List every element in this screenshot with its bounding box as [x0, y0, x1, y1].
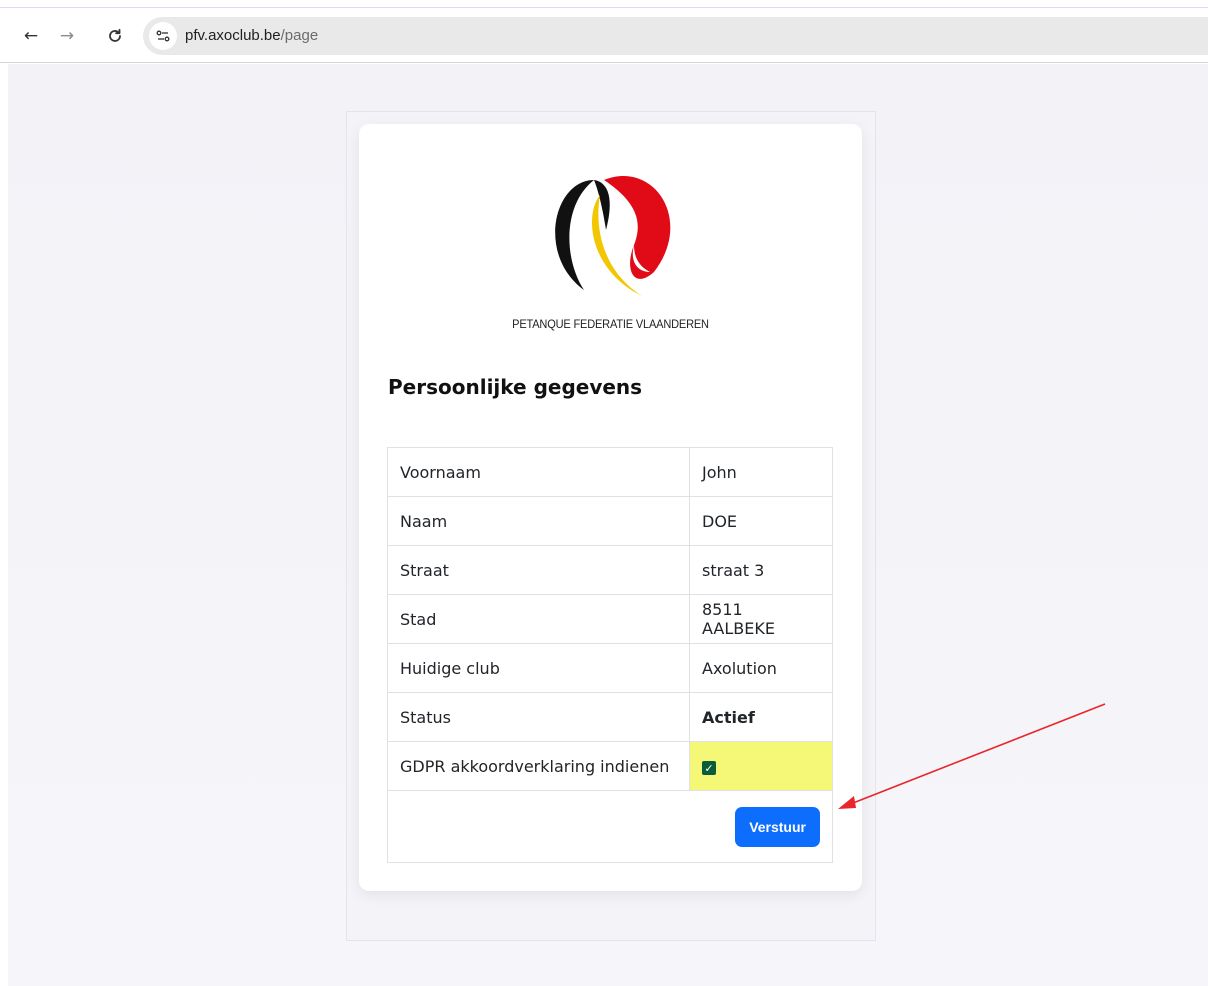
- action-cell: Verstuur: [387, 790, 833, 863]
- page-content: PETANQUE FEDERATIE VLAANDEREN Persoonlij…: [8, 64, 1208, 986]
- table-row: Straat straat 3: [387, 545, 833, 595]
- back-arrow-icon[interactable]: ←: [18, 23, 44, 49]
- personal-data-table: Voornaam John Naam DOE Straat straat 3 S…: [387, 447, 833, 863]
- annotation-arrow-icon: [838, 703, 1106, 809]
- submit-button[interactable]: Verstuur: [735, 806, 820, 847]
- table-row: GDPR akkoordverklaring indienen ✓: [387, 741, 833, 791]
- gdpr-label: GDPR akkoordverklaring indienen: [387, 741, 690, 791]
- row-label: Status: [387, 692, 690, 742]
- table-row: Voornaam John: [387, 447, 833, 497]
- address-bar[interactable]: pfv.axoclub.be/page: [143, 17, 1208, 55]
- outer-container: PETANQUE FEDERATIE VLAANDEREN Persoonlij…: [346, 111, 876, 941]
- table-row: Huidige club Axolution: [387, 643, 833, 693]
- gdpr-checkbox[interactable]: ✓: [702, 761, 716, 775]
- url-text[interactable]: pfv.axoclub.be/page: [185, 27, 318, 44]
- row-value: DOE: [689, 496, 833, 546]
- pfv-logo: [534, 160, 684, 305]
- row-label: Naam: [387, 496, 690, 546]
- logo-caption: PETANQUE FEDERATIE VLAANDEREN: [512, 317, 709, 331]
- reload-icon[interactable]: [102, 23, 128, 49]
- table-row: Status Actief: [387, 692, 833, 742]
- row-value: straat 3: [689, 545, 833, 595]
- browser-top-edge: [0, 0, 1208, 8]
- status-value: Actief: [689, 692, 833, 742]
- row-value: John: [689, 447, 833, 497]
- row-label: Straat: [387, 545, 690, 595]
- page-title: Persoonlijke gegevens: [388, 375, 643, 399]
- row-label: Huidige club: [387, 643, 690, 693]
- browser-toolbar: ← → pfv.axoclub.be/page: [0, 9, 1208, 63]
- row-label: Voornaam: [387, 447, 690, 497]
- table-row: Naam DOE: [387, 496, 833, 546]
- url-host: pfv.axoclub.be: [185, 27, 281, 44]
- row-value: Axolution: [689, 643, 833, 693]
- row-value: 8511 AALBEKE: [689, 594, 833, 644]
- form-card: PETANQUE FEDERATIE VLAANDEREN Persoonlij…: [359, 124, 862, 891]
- table-row: Stad 8511 AALBEKE: [387, 594, 833, 644]
- action-row: Verstuur: [387, 790, 833, 863]
- site-settings-icon[interactable]: [149, 22, 177, 50]
- forward-arrow-icon[interactable]: →: [54, 23, 80, 49]
- row-label: Stad: [387, 594, 690, 644]
- gdpr-cell: ✓: [689, 741, 833, 791]
- url-path: /page: [280, 27, 319, 44]
